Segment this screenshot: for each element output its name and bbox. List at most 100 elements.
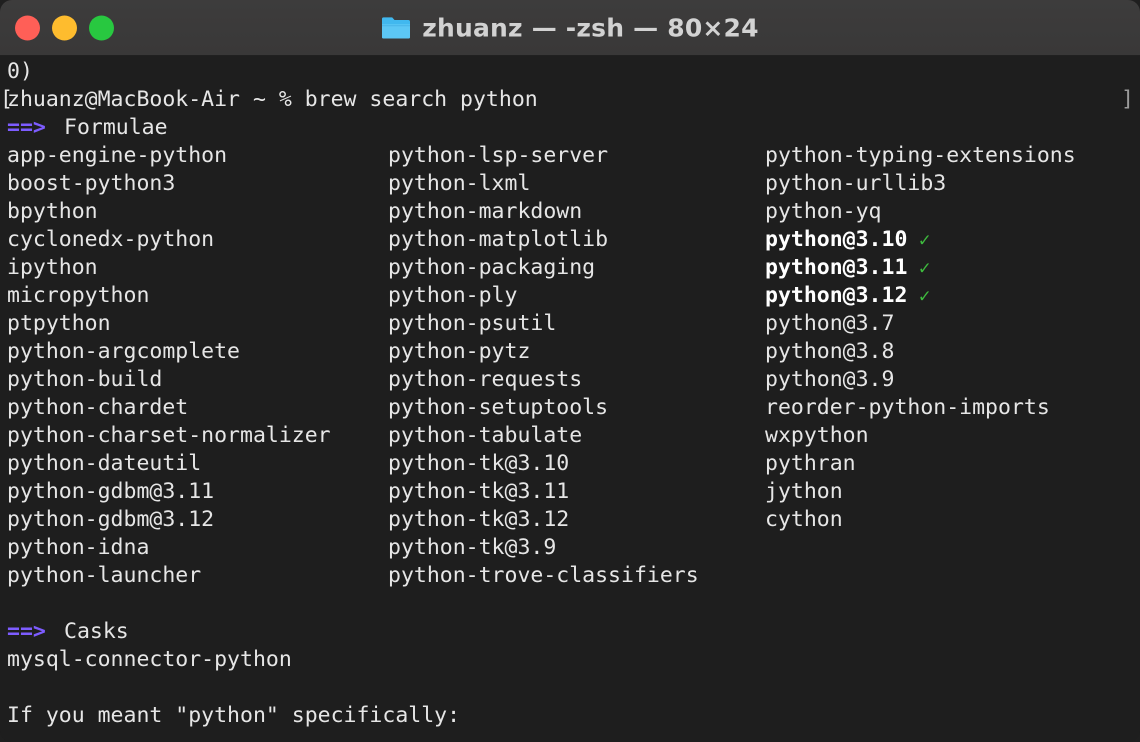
formula-name: python-matplotlib — [388, 227, 609, 252]
formula-item: python-chardet — [7, 394, 188, 422]
formula-item: python-launcher — [7, 562, 201, 590]
formula-name: python@3.11 — [765, 255, 908, 280]
formula-row: bpython python-markdown python-yq — [0, 198, 1140, 226]
prompt-line: [ zhuanz@MacBook-Air ~ % brew search pyt… — [0, 86, 1140, 114]
terminal-output[interactable]: 0) [ zhuanz@MacBook-Air ~ % brew search … — [0, 56, 1140, 742]
formula-item: python-markdown — [388, 198, 582, 226]
formulae-list: app-engine-python python-lsp-server python… — [0, 142, 1140, 590]
formula-name: python-lsp-server — [388, 143, 609, 168]
formula-name: python-markdown — [388, 199, 583, 224]
formula-item: python-yq — [765, 198, 882, 226]
formula-name: python-yq — [765, 199, 882, 224]
formula-name: python-build — [7, 367, 163, 392]
cask-name: mysql-connector-python — [7, 647, 292, 672]
formula-name: python-tabulate — [388, 423, 583, 448]
formula-name: python-pytz — [388, 339, 531, 364]
formula-name: python-gdbm@3.12 — [7, 507, 215, 532]
section-arrow-casks: ==> — [7, 619, 46, 644]
formula-item: cython — [765, 506, 843, 534]
formula-name: python-typing-extensions — [765, 143, 1076, 168]
formula-row: python-dateutil python-tk@3.10 pythran — [0, 450, 1140, 478]
formula-name: boost-python3 — [7, 171, 176, 196]
section-heading-casks: Casks — [64, 619, 129, 644]
formula-name: python-urllib3 — [765, 171, 947, 196]
formula-item: bpython — [7, 198, 98, 226]
formula-name: python-tk@3.10 — [388, 451, 570, 476]
formula-name: python-gdbm@3.11 — [7, 479, 215, 504]
formula-row: python-argcomplete python-pytz python@3.8 — [0, 338, 1140, 366]
formula-item: python@3.10 ✓ — [765, 226, 930, 254]
formula-item: python-gdbm@3.12 — [7, 506, 214, 534]
formula-item: python@3.8 — [765, 338, 894, 366]
formula-item: python-psutil — [388, 310, 556, 338]
formula-row: boost-python3 python-lxml python-urllib3 — [0, 170, 1140, 198]
section-arrow: ==> — [7, 114, 72, 142]
formula-name: python-packaging — [388, 255, 596, 280]
formula-row: ptpython python-psutil python@3.7 — [0, 310, 1140, 338]
formula-item: python-typing-extensions — [765, 142, 1076, 170]
casks-list: mysql-connector-python — [0, 646, 1140, 674]
formula-row: app-engine-python python-lsp-server python… — [0, 142, 1140, 170]
formula-name: python-lxml — [388, 171, 531, 196]
formula-row: python-gdbm@3.12 python-tk@3.12 cython — [0, 506, 1140, 534]
formula-name: python-idna — [7, 535, 150, 560]
maximize-button[interactable] — [89, 15, 114, 40]
formula-name: python-launcher — [7, 563, 202, 588]
terminal-line: 0) — [0, 58, 1140, 86]
window-titlebar[interactable]: zhuanz — -zsh — 80×24 — [0, 0, 1140, 56]
formula-row: python-idna python-tk@3.9 — [0, 534, 1140, 562]
formula-row: python-gdbm@3.11 python-tk@3.11 jython — [0, 478, 1140, 506]
prompt-close-bracket: ] — [1121, 87, 1134, 112]
formula-name: cyclonedx-python — [7, 227, 215, 252]
formula-item: python-setuptools — [388, 394, 608, 422]
formula-item: python-tk@3.12 — [388, 506, 569, 534]
installed-check-icon: ✓ — [907, 285, 931, 307]
footer-note: If you meant "python" specifically: — [7, 703, 461, 728]
prompt-command: zhuanz@MacBook-Air ~ % brew search pytho… — [7, 87, 538, 112]
formula-item: boost-python3 — [7, 170, 175, 198]
formula-row: micropython python-ply python@3.12 ✓ — [0, 282, 1140, 310]
formula-name: python-ply — [388, 283, 518, 308]
formula-item: python-build — [7, 366, 162, 394]
formula-item: ptpython — [7, 310, 111, 338]
section-header-casks: ==> Casks — [0, 618, 1140, 646]
formula-row: python-build python-requests python@3.9 — [0, 366, 1140, 394]
formula-name: ptpython — [7, 311, 111, 336]
formula-name: wxpython — [765, 423, 869, 448]
formula-item: python-tk@3.11 — [388, 478, 569, 506]
scrollback-fragment: 0) — [7, 59, 33, 84]
formula-row: cyclonedx-python python-matplotlib python@… — [0, 226, 1140, 254]
installed-check-icon: ✓ — [907, 229, 931, 251]
formula-item: python-requests — [388, 366, 582, 394]
window-controls — [15, 15, 114, 40]
formula-name: reorder-python-imports — [765, 395, 1050, 420]
formula-item: ipython — [7, 254, 98, 282]
formula-item: pythran — [765, 450, 856, 478]
section-header-formulae: ==> Formulae — [0, 114, 1140, 142]
formula-name: ipython — [7, 255, 98, 280]
formula-item: python@3.11 ✓ — [765, 254, 930, 282]
formula-item: python@3.7 — [765, 310, 894, 338]
section-heading-formulae: Formulae — [64, 115, 168, 140]
formula-item: python-gdbm@3.11 — [7, 478, 214, 506]
formula-name: python-tk@3.9 — [388, 535, 557, 560]
title-group: zhuanz — -zsh — 80×24 — [0, 13, 1140, 42]
close-button[interactable] — [15, 15, 40, 40]
formula-name: python@3.10 — [765, 227, 908, 252]
formula-name: python-tk@3.11 — [388, 479, 570, 504]
formula-item: python-ply — [388, 282, 517, 310]
formula-name: jython — [765, 479, 843, 504]
formula-item: reorder-python-imports — [765, 394, 1050, 422]
minimize-button[interactable] — [52, 15, 77, 40]
formula-name: python@3.8 — [765, 339, 895, 364]
formula-item: python-lsp-server — [388, 142, 608, 170]
formula-name: python-charset-normalizer — [7, 423, 331, 448]
formula-item: python-tk@3.10 — [388, 450, 569, 478]
formula-row: python-launcher python-trove-classifiers — [0, 562, 1140, 590]
formula-name: python@3.7 — [765, 311, 895, 336]
formula-item: app-engine-python — [7, 142, 227, 170]
formula-item: wxpython — [765, 422, 869, 450]
formula-name: python-requests — [388, 367, 583, 392]
